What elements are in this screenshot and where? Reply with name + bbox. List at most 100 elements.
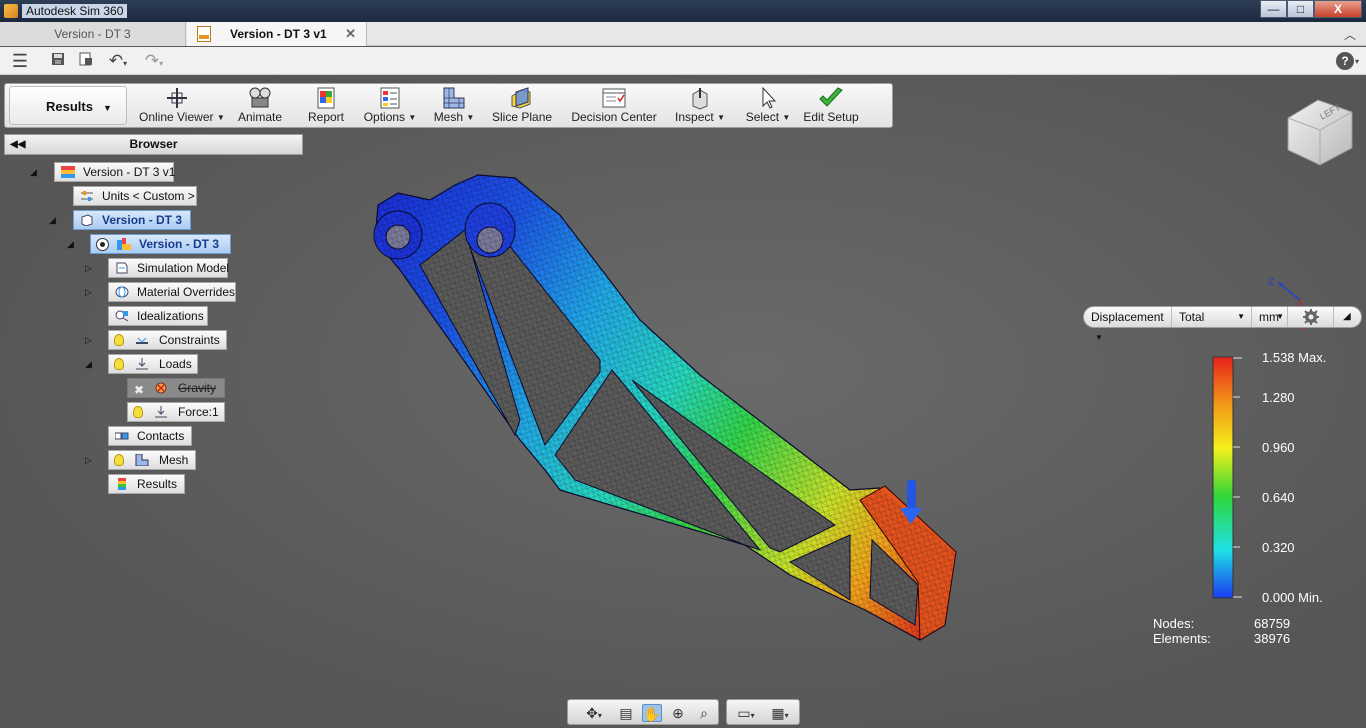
browser-header[interactable]: ◀◀ Browser	[4, 134, 303, 155]
design-part-icon	[81, 214, 93, 226]
collapse-loads-icon[interactable]: ◢	[85, 359, 95, 369]
ribbon-tab-results[interactable]: Results ▼	[9, 86, 127, 125]
result-type-value: Displacement	[1091, 310, 1164, 324]
help-dropdown-icon[interactable]: ▾	[1352, 53, 1362, 71]
window-title: Autodesk Sim 360	[22, 4, 128, 18]
active-study-radio-icon[interactable]	[96, 238, 109, 251]
animate-icon	[249, 87, 271, 108]
view-cube[interactable]: LEFT	[1287, 99, 1353, 166]
mesh-node-icon	[135, 454, 149, 466]
tree-node-label: Constraints	[159, 333, 220, 347]
tree-node-gravity[interactable]: ✖ Gravity	[127, 378, 225, 398]
mesh-button[interactable]: Mesh ▼	[433, 86, 475, 126]
constraints-bulb-icon[interactable]	[114, 334, 124, 346]
expand-material-overrides-icon[interactable]: ▷	[85, 287, 95, 297]
nodes-count-label: Nodes:	[1153, 616, 1195, 631]
tree-node-label: Units < Custom >	[102, 189, 195, 203]
animate-button[interactable]: Animate	[235, 86, 285, 126]
expand-constraints-icon[interactable]: ▷	[85, 335, 95, 345]
bracket-model[interactable]	[373, 174, 957, 641]
force-bulb-icon[interactable]	[133, 406, 143, 418]
grid-icon[interactable]: ▦▾	[765, 704, 795, 722]
loads-bulb-icon[interactable]	[114, 358, 124, 370]
browser-title: Browser	[129, 137, 178, 151]
color-legend-bar	[1212, 356, 1242, 599]
result-type-dropdown[interactable]: Displacement ▼	[1084, 307, 1172, 342]
mesh-label: Mesh	[433, 110, 464, 124]
minimize-button[interactable]: —	[1260, 0, 1287, 18]
collapse-ribbon-icon[interactable]: ︿	[1344, 26, 1356, 43]
zoom-window-icon[interactable]: ⌕	[694, 704, 714, 722]
gravity-icon	[155, 382, 167, 394]
inspect-button[interactable]: Inspect ▼	[675, 86, 725, 126]
expand-simulation-model-icon[interactable]: ▷	[85, 263, 95, 273]
display-tools-group: ▭▾ ▦▾	[726, 699, 800, 725]
units-dropdown[interactable]: mm ▼	[1252, 307, 1288, 327]
legend-min-label: 0.000 Min.	[1262, 590, 1323, 605]
orbit-icon[interactable]: ✥▾	[576, 704, 612, 722]
material-icon	[115, 286, 129, 298]
component-dropdown[interactable]: Total ▼	[1172, 307, 1252, 327]
tree-node-units[interactable]: Units < Custom >	[73, 186, 197, 206]
redo-icon[interactable]: ↷▾	[140, 52, 168, 70]
look-at-icon[interactable]: ▤	[616, 704, 636, 722]
tree-node-contacts[interactable]: Contacts	[108, 426, 192, 446]
options-button[interactable]: Options ▼	[363, 86, 417, 126]
tab-version-dt3[interactable]: Version - DT 3	[0, 22, 186, 46]
maximize-button[interactable]: □	[1287, 0, 1314, 18]
save-icon[interactable]	[50, 52, 66, 70]
collapse-browser-icon[interactable]: ◀◀	[10, 135, 25, 154]
report-button[interactable]: Report	[303, 86, 349, 126]
tree-node-label: Idealizations	[137, 309, 204, 323]
tree-node-label: Version - DT 3	[139, 237, 220, 251]
collapse-design-icon[interactable]: ◢	[49, 215, 59, 225]
study-icon	[117, 238, 131, 250]
tree-node-root[interactable]: Version - DT 3 v1	[54, 162, 175, 182]
tree-node-label: Contacts	[137, 429, 185, 443]
hamburger-menu-icon[interactable]: ☰	[10, 52, 30, 70]
select-button[interactable]: Select ▼	[745, 86, 791, 126]
tree-node-constraints[interactable]: Constraints	[108, 330, 227, 350]
elements-count-value: 38976	[1254, 631, 1291, 646]
legend-collapse-button[interactable]: ◢	[1334, 307, 1362, 327]
collapse-study-icon[interactable]: ◢	[67, 239, 77, 249]
tree-node-results[interactable]: Results	[108, 474, 185, 494]
edit-setup-button[interactable]: Edit Setup	[803, 86, 859, 126]
idealizations-icon	[115, 310, 129, 322]
tab-version-dt3-v1[interactable]: Version - DT 3 v1 ✕	[187, 22, 367, 46]
online-viewer-button[interactable]: Online Viewer ▼	[139, 86, 225, 126]
mesh-bulb-icon[interactable]	[114, 454, 124, 466]
options-icon	[380, 87, 400, 109]
version-icon	[61, 166, 75, 178]
pan-hand-icon[interactable]: ✋	[642, 704, 662, 722]
chevron-down-icon: ▼	[1095, 333, 1103, 342]
close-tab-icon[interactable]: ✕	[345, 22, 356, 46]
suppressed-x-icon[interactable]: ✖	[134, 381, 144, 399]
edit-setup-label: Edit Setup	[803, 110, 859, 124]
contacts-icon	[115, 432, 129, 440]
undo-icon[interactable]: ↶▾	[104, 52, 132, 70]
tree-node-design[interactable]: Version - DT 3	[73, 210, 191, 230]
results-ribbon: Results ▼ Online Viewer ▼ Animate Report …	[4, 83, 893, 128]
legend-settings-button[interactable]	[1288, 307, 1334, 327]
loads-icon	[136, 358, 148, 370]
online-viewer-label: Online Viewer	[139, 110, 214, 124]
zoom-icon[interactable]: ⊕	[668, 704, 688, 722]
report-icon	[317, 87, 335, 109]
tree-node-material-overrides[interactable]: Material Overrides	[108, 282, 236, 302]
expand-mesh-icon[interactable]: ▷	[85, 455, 95, 465]
close-window-button[interactable]: X	[1314, 0, 1362, 18]
tree-node-study[interactable]: Version - DT 3	[90, 234, 231, 254]
display-settings-icon[interactable]: ▭▾	[731, 704, 761, 722]
chevron-down-icon: ▼	[1237, 312, 1245, 321]
tree-node-idealizations[interactable]: Idealizations	[108, 306, 208, 326]
collapse-root-icon[interactable]: ◢	[30, 167, 40, 177]
sim-file-icon	[197, 26, 211, 42]
tree-node-simulation-model[interactable]: Simulation Model	[108, 258, 230, 278]
tree-node-label: Loads	[159, 357, 192, 371]
save-as-icon[interactable]	[78, 52, 94, 70]
tree-node-label: Simulation Model	[137, 261, 230, 275]
decision-center-button[interactable]: Decision Center	[571, 86, 657, 126]
online-viewer-icon	[167, 88, 187, 108]
slice-plane-button[interactable]: Slice Plane	[492, 86, 552, 126]
